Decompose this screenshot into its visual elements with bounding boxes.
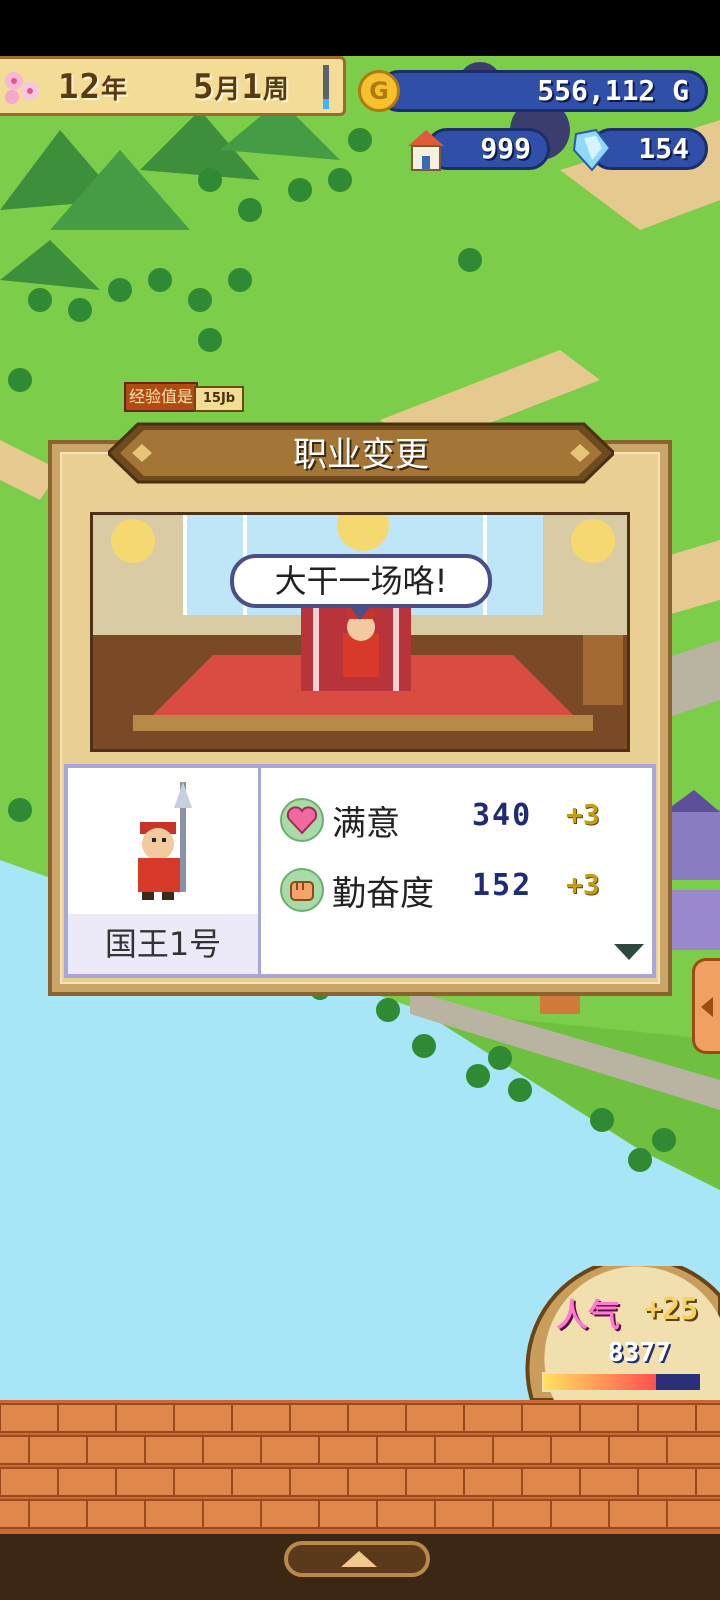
date-text: 12年 5月1周	[58, 67, 290, 107]
cherry-blossom-icon	[5, 72, 39, 104]
stat-row-diligence: 勤奋度 152 +3	[276, 860, 656, 920]
month-unit: 月	[214, 75, 242, 105]
level-tag: 15Jb	[194, 386, 244, 412]
popularity-bar-fill	[544, 1374, 657, 1390]
week-progress-indicator	[323, 65, 329, 109]
stat-label: 满意	[332, 804, 400, 844]
house-value: 999	[480, 132, 531, 165]
stat-delta: +3	[566, 798, 600, 831]
popularity-gauge[interactable]: 人气 +25 8377	[524, 1266, 720, 1400]
gold-coin-icon: G	[358, 70, 400, 112]
week-value: 1	[241, 67, 263, 107]
stat-value: 340	[472, 798, 533, 833]
stat-row-satisfaction: 满意 340 +3	[276, 790, 656, 850]
popularity-label: 人气	[556, 1296, 621, 1334]
brick-wall-panel	[0, 1400, 720, 1534]
popularity-bar	[542, 1372, 702, 1392]
week-unit: 周	[262, 75, 290, 105]
exp-label-tag: 经验值是	[124, 382, 198, 412]
heart-icon	[280, 798, 324, 842]
arrow-up-icon	[341, 1551, 377, 1567]
throne-room-scene	[90, 512, 630, 752]
throne-room-illustration	[93, 515, 627, 749]
month-value: 5	[192, 67, 215, 107]
crystal-value: 154	[638, 132, 689, 165]
speech-bubble-tail	[348, 604, 372, 620]
year-unit: 年	[100, 75, 128, 105]
expand-menu-button[interactable]	[284, 1541, 430, 1577]
scroll-down-arrow-icon[interactable]	[614, 944, 644, 960]
dialog-title: 职业变更	[293, 435, 429, 475]
gold-value: 556,112 G	[537, 74, 689, 107]
stat-label: 勤奋度	[332, 874, 434, 914]
side-panel-tab[interactable]	[692, 958, 720, 1054]
popularity-value: 8377	[608, 1338, 671, 1368]
year-value: 12	[58, 67, 101, 107]
chevron-left-icon	[701, 997, 713, 1017]
stat-value: 152	[472, 868, 533, 903]
date-panel[interactable]: 12年 5月1周	[0, 56, 346, 116]
crystal-icon	[572, 128, 612, 172]
popularity-delta: +25	[644, 1292, 699, 1327]
gold-coin-letter: G	[369, 77, 389, 105]
character-column: 国王1号	[68, 768, 261, 974]
gold-counter[interactable]: 556,112 G	[378, 70, 708, 112]
speech-bubble: 大干一场咯!	[230, 554, 492, 608]
character-info-box[interactable]: 国王1号 满意 340 +3 勤奋度 152 +3	[64, 764, 656, 978]
character-name: 国王1号	[68, 914, 258, 974]
house-icon	[408, 130, 444, 171]
stat-delta: +3	[566, 868, 600, 901]
fist-icon	[280, 868, 324, 912]
king-character-sprite	[138, 782, 192, 900]
